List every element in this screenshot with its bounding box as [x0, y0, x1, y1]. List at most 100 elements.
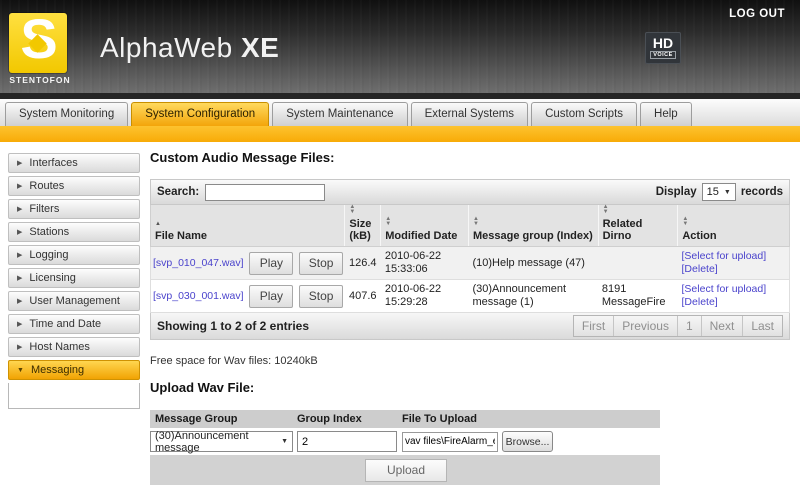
triangle-right-icon: ▶ [17, 160, 22, 167]
table-row: [svp_030_001.wav] Play Stop 407.6 2010-0… [150, 280, 790, 313]
file-name-cell: [svp_030_001.wav] Play Stop [151, 283, 345, 310]
page-title: AlphaWeb XE [100, 32, 279, 64]
triangle-right-icon: ▶ [17, 183, 22, 190]
alphaweb-page: S STENTOFON AlphaWeb XE LOG OUT HD VOICE… [0, 0, 800, 493]
messaging-submenu-panel [8, 383, 140, 409]
column-label: Related Dirno [603, 218, 674, 242]
column-header-message-group[interactable]: ▲▼ Message group (Index) [468, 205, 598, 246]
group-index-input[interactable] [297, 431, 397, 452]
time-value: 15:33:06 [385, 263, 465, 276]
pagination-next-button[interactable]: Next [701, 316, 743, 336]
stentofon-logo: S STENTOFON [9, 13, 71, 85]
delete-link[interactable]: [Delete] [682, 296, 785, 309]
file-link[interactable]: [svp_030_001.wav] [153, 290, 243, 303]
file-name-cell: [svp_010_047.wav] Play Stop [151, 250, 345, 277]
file-link[interactable]: [svp_010_047.wav] [153, 257, 243, 270]
upload-form-inputs: (30)Announcement message ▼ Browse... [150, 428, 660, 455]
column-header-file-name[interactable]: ▲ File Name [151, 205, 344, 246]
column-header-size[interactable]: ▲▼ Size (kB) [344, 205, 380, 246]
app-header: S STENTOFON AlphaWeb XE LOG OUT HD VOICE [0, 0, 800, 93]
triangle-right-icon: ▶ [17, 275, 22, 282]
sidebar-item-stations[interactable]: ▶Stations [8, 222, 140, 242]
action-cell: [Select for upload] [Delete] [678, 281, 789, 311]
sidebar-item-logging[interactable]: ▶ Logging [8, 245, 140, 265]
file-to-upload-input[interactable] [402, 432, 498, 452]
sidebar-item-messaging[interactable]: ▼Messaging [8, 360, 140, 380]
entries-summary: Showing 1 to 2 of 2 entries [157, 319, 309, 333]
triangle-right-icon: ▶ [17, 344, 22, 351]
play-button[interactable]: Play [249, 252, 293, 275]
tab-custom-scripts[interactable]: Custom Scripts [531, 102, 637, 126]
message-group-cell: (30)Announcement message (1) [468, 281, 597, 311]
display-label: Display [656, 186, 697, 198]
column-header-action[interactable]: ▲▼ Action [677, 205, 789, 246]
sidebar-item-label: Interfaces [29, 157, 77, 169]
sidebar-item-filters[interactable]: ▶Filters [8, 199, 140, 219]
modified-date-cell: 2010-06-22 15:33:06 [381, 248, 469, 278]
delete-link[interactable]: [Delete] [682, 263, 785, 276]
date-value: 2010-06-22 [385, 283, 465, 296]
sidebar-item-label: Logging [29, 249, 68, 261]
display-records-control: Display 15 ▼ records [656, 183, 783, 201]
column-header-modified-date[interactable]: ▲▼ Modified Date [380, 205, 468, 246]
column-label: Message group (Index) [473, 230, 594, 242]
tab-system-configuration[interactable]: System Configuration [131, 102, 269, 126]
sidebar-item-label: Host Names [29, 341, 90, 353]
stop-button[interactable]: Stop [299, 252, 343, 275]
sidebar-nav: ▶ Interfaces ▶Routes ▶Filters ▶Stations ▶… [8, 153, 140, 409]
display-count-select[interactable]: 15 ▼ [702, 183, 736, 201]
triangle-right-icon: ▶ [17, 298, 22, 305]
table-header-row: ▲ File Name ▲▼ Size (kB) ▲▼ Modified Dat… [150, 205, 790, 247]
tab-external-systems[interactable]: External Systems [411, 102, 528, 126]
hd-badge-top: HD [653, 37, 673, 50]
upload-form-header: Message Group Group Index File To Upload [150, 410, 660, 428]
active-tab-accent-bar [0, 126, 800, 142]
column-header-related-dirno[interactable]: ▲▼ Related Dirno [598, 205, 678, 246]
records-label: records [741, 186, 783, 198]
triangle-right-icon: ▶ [17, 252, 22, 259]
sidebar-item-time-and-date[interactable]: ▶Time and Date [8, 314, 140, 334]
tab-system-monitoring[interactable]: System Monitoring [5, 102, 128, 126]
stop-button[interactable]: Stop [299, 285, 343, 308]
hd-voice-badge: HD VOICE [645, 32, 681, 64]
sidebar-item-label: Licensing [29, 272, 75, 284]
title-bold: XE [241, 32, 279, 63]
upload-button[interactable]: Upload [365, 459, 447, 482]
pagination: First Previous 1 Next Last [573, 315, 783, 337]
time-value: 15:29:28 [385, 296, 465, 309]
upload-form-footer: Upload [150, 455, 660, 485]
column-label: File Name [155, 230, 340, 242]
upload-wav-form: Message Group Group Index File To Upload… [150, 410, 660, 485]
logout-link[interactable]: LOG OUT [729, 8, 785, 20]
select-for-upload-link[interactable]: [Select for upload] [682, 250, 785, 263]
tab-system-maintenance[interactable]: System Maintenance [272, 102, 407, 126]
pagination-last-button[interactable]: Last [742, 316, 782, 336]
sidebar-item-interfaces[interactable]: ▶ Interfaces [8, 153, 140, 173]
pagination-previous-button[interactable]: Previous [613, 316, 677, 336]
hd-badge-bottom: VOICE [650, 51, 676, 59]
modified-date-cell: 2010-06-22 15:29:28 [381, 281, 469, 311]
brand-name: STENTOFON [9, 75, 71, 85]
message-group-select[interactable]: (30)Announcement message ▼ [150, 431, 293, 452]
play-button[interactable]: Play [249, 285, 293, 308]
related-dirno-cell: 8191 MessageFire [598, 281, 678, 311]
sidebar-item-licensing[interactable]: ▶ Licensing [8, 268, 140, 288]
sidebar-item-routes[interactable]: ▶Routes [8, 176, 140, 196]
browse-button[interactable]: Browse... [502, 431, 553, 452]
select-for-upload-link[interactable]: [Select for upload] [682, 283, 785, 296]
sidebar-item-user-management[interactable]: ▶User Management [8, 291, 140, 311]
column-label: Size (kB) [349, 218, 376, 242]
column-label: Action [682, 230, 785, 242]
main-content: Custom Audio Message Files: Search: Disp… [150, 150, 790, 485]
pagination-first-button[interactable]: First [574, 316, 613, 336]
pagination-page-1-button[interactable]: 1 [677, 316, 701, 336]
size-cell: 407.6 [345, 288, 381, 305]
title-regular: AlphaWeb [100, 32, 241, 63]
search-input[interactable] [205, 184, 325, 201]
sidebar-item-host-names[interactable]: ▶ Host Names [8, 337, 140, 357]
tab-help[interactable]: Help [640, 102, 692, 126]
search-label: Search: [157, 186, 199, 198]
table-row: [svp_010_047.wav] Play Stop 126.4 2010-0… [150, 247, 790, 280]
sort-both-icon: ▲▼ [349, 205, 376, 215]
size-cell: 126.4 [345, 255, 381, 272]
